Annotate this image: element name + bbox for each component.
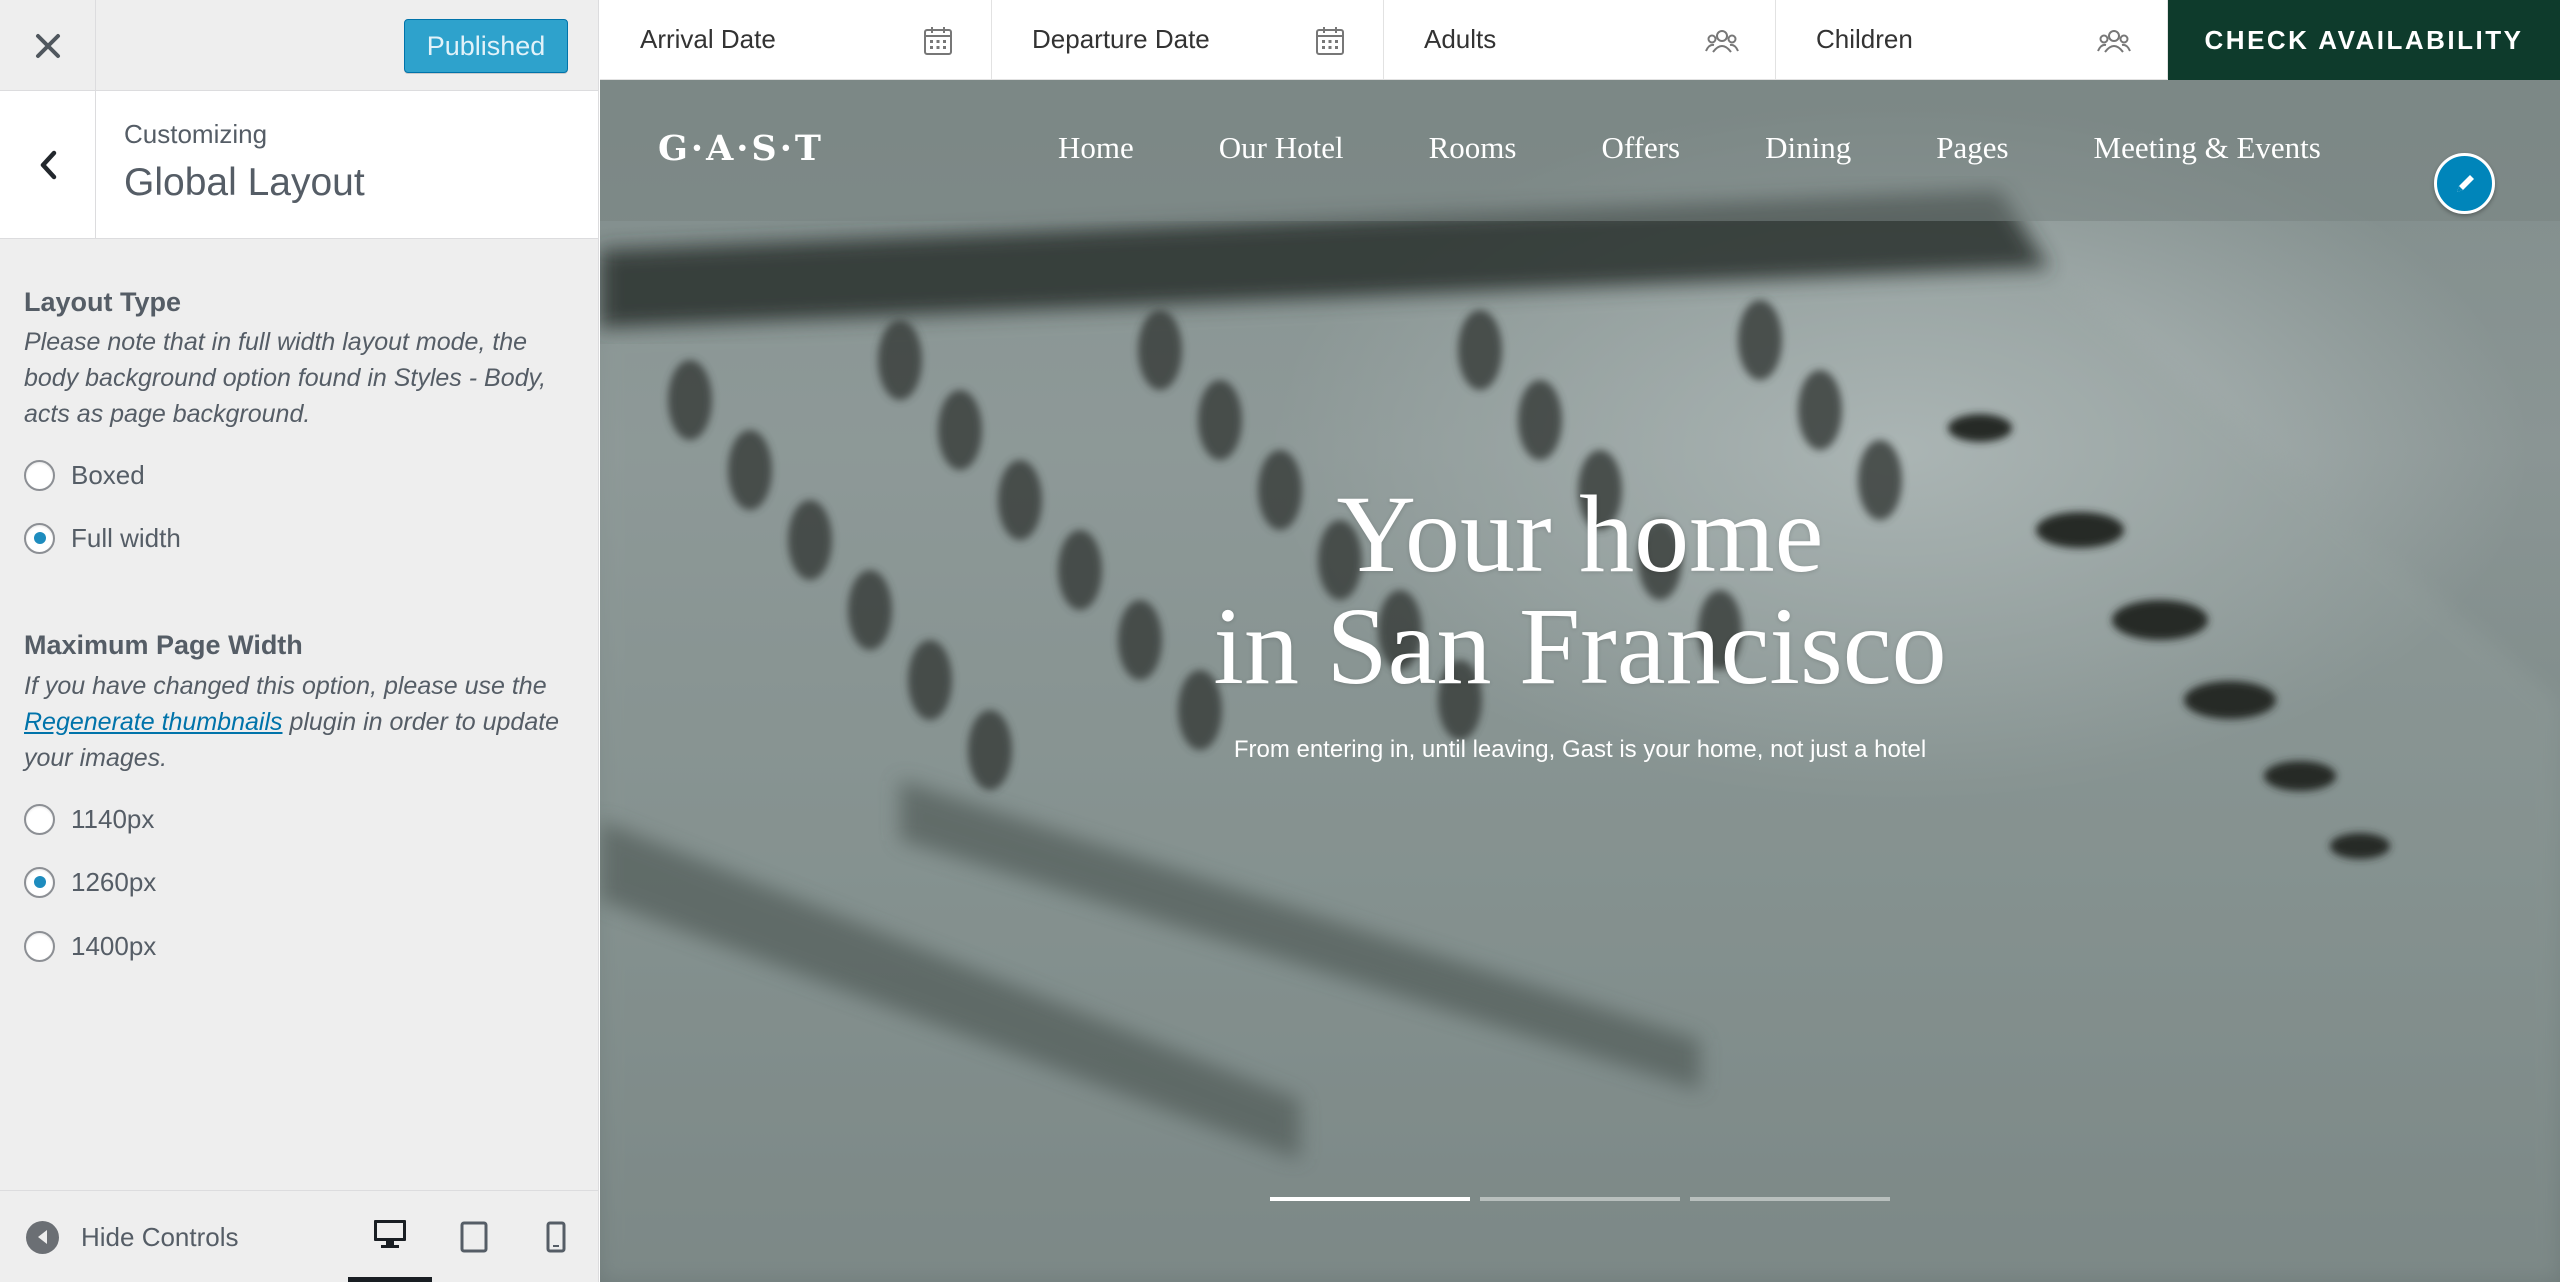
- nav-item-rooms[interactable]: Rooms: [1429, 130, 1517, 166]
- pencil-icon: [2456, 174, 2474, 192]
- radio-1400px[interactable]: 1400px: [24, 929, 156, 963]
- people-icon: [2097, 30, 2131, 53]
- radio-button[interactable]: [24, 866, 55, 898]
- site-header: G·A·S·T Home Our Hotel Rooms Offers Dini…: [600, 80, 2560, 221]
- people-icon: [1705, 30, 1739, 53]
- radio-button[interactable]: [24, 803, 55, 835]
- max-page-width-description: If you have changed this option, please …: [24, 668, 584, 776]
- departure-date-field[interactable]: Departure Date: [992, 0, 1384, 80]
- radio-label: 1400px: [71, 930, 157, 961]
- radio-boxed[interactable]: Boxed: [24, 458, 145, 492]
- layout-type-title: Layout Type: [24, 287, 182, 317]
- radio-label: Boxed: [71, 459, 145, 490]
- field-label: Adults: [1424, 24, 1497, 54]
- radio-button[interactable]: [24, 459, 55, 491]
- nav-item-home[interactable]: Home: [1058, 130, 1134, 166]
- nav-item-pages[interactable]: Pages: [1936, 130, 2008, 166]
- hero-title-line: Your home: [1336, 473, 1824, 595]
- nav-item-our-hotel[interactable]: Our Hotel: [1219, 130, 1344, 166]
- description-text: If you have changed this option, please …: [24, 672, 547, 700]
- radio-button[interactable]: [24, 930, 55, 962]
- hero-title: Your home in San Francisco: [600, 478, 2560, 702]
- slide-indicator[interactable]: [1270, 1197, 1470, 1201]
- regenerate-thumbnails-link[interactable]: Regenerate thumbnails: [24, 708, 283, 736]
- radio-label: 1140px: [71, 803, 155, 834]
- radio-button[interactable]: [24, 522, 55, 554]
- slider-indicator: [1270, 1197, 1900, 1201]
- desktop-icon: [374, 1220, 406, 1248]
- section-title: Global Layout: [124, 161, 365, 204]
- chevron-left-icon: [40, 150, 56, 180]
- booking-bar: Arrival Date Departure Date Adults Child…: [600, 0, 2560, 80]
- collapse-icon: [26, 1220, 59, 1254]
- customizing-label: Customizing: [124, 119, 268, 149]
- customizer-panel: Published Customizing Global Layout Layo…: [0, 0, 599, 1282]
- nav-item-meeting-events[interactable]: Meeting & Events: [2094, 130, 2321, 166]
- nav-item-offers[interactable]: Offers: [1601, 130, 1680, 166]
- tablet-icon: [460, 1221, 488, 1253]
- hide-controls-label: Hide Controls: [81, 1221, 239, 1252]
- hero-title-line: in San Francisco: [1213, 585, 1947, 707]
- slide-indicator[interactable]: [1480, 1197, 1680, 1201]
- radio-full-width[interactable]: Full width: [24, 521, 181, 555]
- customizer-header-actions: Published: [0, 0, 598, 91]
- publish-button[interactable]: Published: [404, 19, 568, 73]
- slide-indicator[interactable]: [1690, 1197, 1890, 1201]
- field-label: Arrival Date: [640, 24, 776, 54]
- field-label: Departure Date: [1032, 24, 1210, 54]
- customizer-footer: Hide Controls: [0, 1190, 598, 1282]
- radio-1260px[interactable]: 1260px: [24, 865, 156, 899]
- preview-tablet-button[interactable]: [432, 1191, 516, 1282]
- calendar-icon: [924, 27, 952, 55]
- radio-label: 1260px: [71, 866, 157, 897]
- calendar-icon: [1316, 27, 1344, 55]
- preview-desktop-button[interactable]: [348, 1191, 432, 1282]
- mobile-icon: [546, 1221, 566, 1253]
- field-label: Children: [1816, 24, 1913, 54]
- edit-shortcut-button[interactable]: [2434, 153, 2495, 214]
- check-availability-button[interactable]: CHECK AVAILABILITY: [2168, 0, 2560, 80]
- layout-type-description: Please note that in full width layout mo…: [24, 328, 547, 428]
- adults-field[interactable]: Adults: [1384, 0, 1776, 80]
- site-preview: Arrival Date Departure Date Adults Child…: [600, 0, 2560, 1282]
- site-logo[interactable]: G·A·S·T: [658, 128, 824, 169]
- preview-mobile-button[interactable]: [514, 1191, 598, 1282]
- max-page-width-title: Maximum Page Width: [24, 630, 303, 660]
- close-customizer-button[interactable]: [0, 0, 96, 91]
- children-field[interactable]: Children: [1776, 0, 2168, 80]
- hero-subtitle: From entering in, until leaving, Gast is…: [1233, 736, 1927, 763]
- hide-controls-button[interactable]: Hide Controls: [26, 1191, 239, 1282]
- section-header: Customizing Global Layout: [0, 91, 598, 239]
- main-nav: Home Our Hotel Rooms Offers Dining Pages…: [1058, 130, 2406, 166]
- arrival-date-field[interactable]: Arrival Date: [600, 0, 992, 80]
- nav-item-dining[interactable]: Dining: [1765, 130, 1851, 166]
- back-button[interactable]: [0, 91, 96, 239]
- radio-1140px[interactable]: 1140px: [24, 802, 154, 836]
- radio-label: Full width: [71, 522, 181, 553]
- close-icon: [35, 33, 60, 58]
